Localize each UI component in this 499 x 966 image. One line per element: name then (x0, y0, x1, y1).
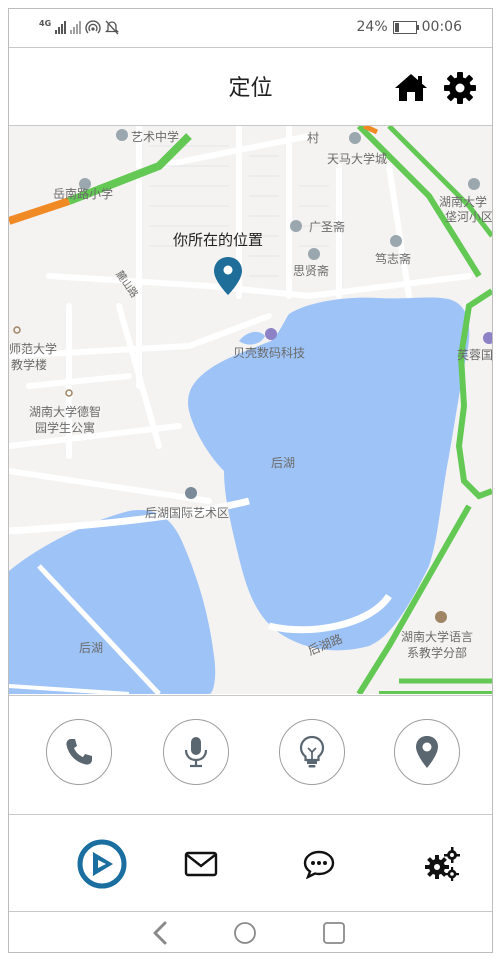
tab-messages[interactable] (176, 839, 226, 889)
tab-play[interactable] (77, 839, 127, 889)
map-view[interactable]: 你所在的位置 艺术中学 岳南路小学 村 天马大学城 湖南大学 垡河小区 广圣斋 … (9, 126, 492, 694)
map-label: 后湖 (79, 641, 104, 655)
gears-icon (425, 847, 460, 881)
map-label: 教学楼 (11, 358, 48, 372)
map-label: 艺术中学 (131, 130, 180, 144)
mute-bell-icon (105, 20, 120, 35)
recents-icon[interactable] (322, 921, 346, 945)
light-button[interactable] (279, 719, 345, 785)
marker-label: 你所在的位置 (173, 231, 264, 249)
network-type: 4G (39, 18, 52, 28)
home-circle-icon[interactable] (233, 921, 257, 945)
phone-icon (66, 739, 92, 765)
home-icon[interactable] (394, 72, 428, 102)
signal-2-icon (70, 20, 82, 34)
hotspot-icon (85, 20, 101, 34)
locate-button[interactable] (394, 719, 460, 785)
map-label: 广圣斋 (309, 220, 346, 234)
map-label: 芙蓉国 (457, 348, 492, 362)
map-label: 贝壳数码科技 (233, 346, 306, 360)
action-bar (9, 695, 492, 815)
phone-frame: 4G 24% 00:06 定位 你所在的位置 艺术中学 岳南路小学 村 天马大学… (8, 8, 493, 953)
map-label: 师范大学 (9, 342, 58, 356)
battery-percent: 24% (356, 19, 388, 35)
gear-icon[interactable] (443, 71, 477, 105)
battery-icon (392, 20, 419, 34)
map-label: 天马大学城 (327, 152, 388, 166)
map-label: 垡河小区 (445, 210, 492, 224)
signal-indicators: 4G (39, 18, 120, 35)
status-right: 24% 00:06 (357, 19, 462, 35)
app-header: 定位 (9, 48, 492, 126)
map-label: 湖南大学语言 (401, 630, 474, 644)
map-label: 湖南大学德智 (29, 405, 102, 419)
map-label: 岳南路小学 (53, 187, 114, 201)
map-label: 笃志斋 (375, 252, 412, 266)
play-icon (77, 839, 127, 889)
lightbulb-icon (299, 735, 325, 768)
location-pin-icon (416, 736, 438, 768)
map-label: 系教学分部 (407, 646, 468, 660)
map-label: 园学生公寓 (35, 421, 96, 435)
microphone-icon (184, 737, 208, 768)
voice-button[interactable] (163, 719, 229, 785)
map-label: 后湖国际艺术区 (145, 506, 230, 520)
system-nav-bar (9, 912, 492, 952)
status-bar: 4G 24% 00:06 (9, 9, 492, 48)
signal-icon (55, 20, 67, 34)
call-button[interactable] (46, 719, 112, 785)
map-label: 思贤斋 (293, 264, 330, 278)
chat-icon (303, 850, 335, 879)
tab-bar (9, 815, 492, 912)
back-icon[interactable] (149, 921, 173, 945)
tab-settings[interactable] (417, 839, 467, 889)
clock: 00:06 (421, 19, 462, 35)
map-label: 后湖 (271, 456, 296, 470)
map-label: 村 (307, 131, 320, 145)
tab-chat[interactable] (294, 839, 344, 889)
mail-icon (184, 851, 218, 877)
